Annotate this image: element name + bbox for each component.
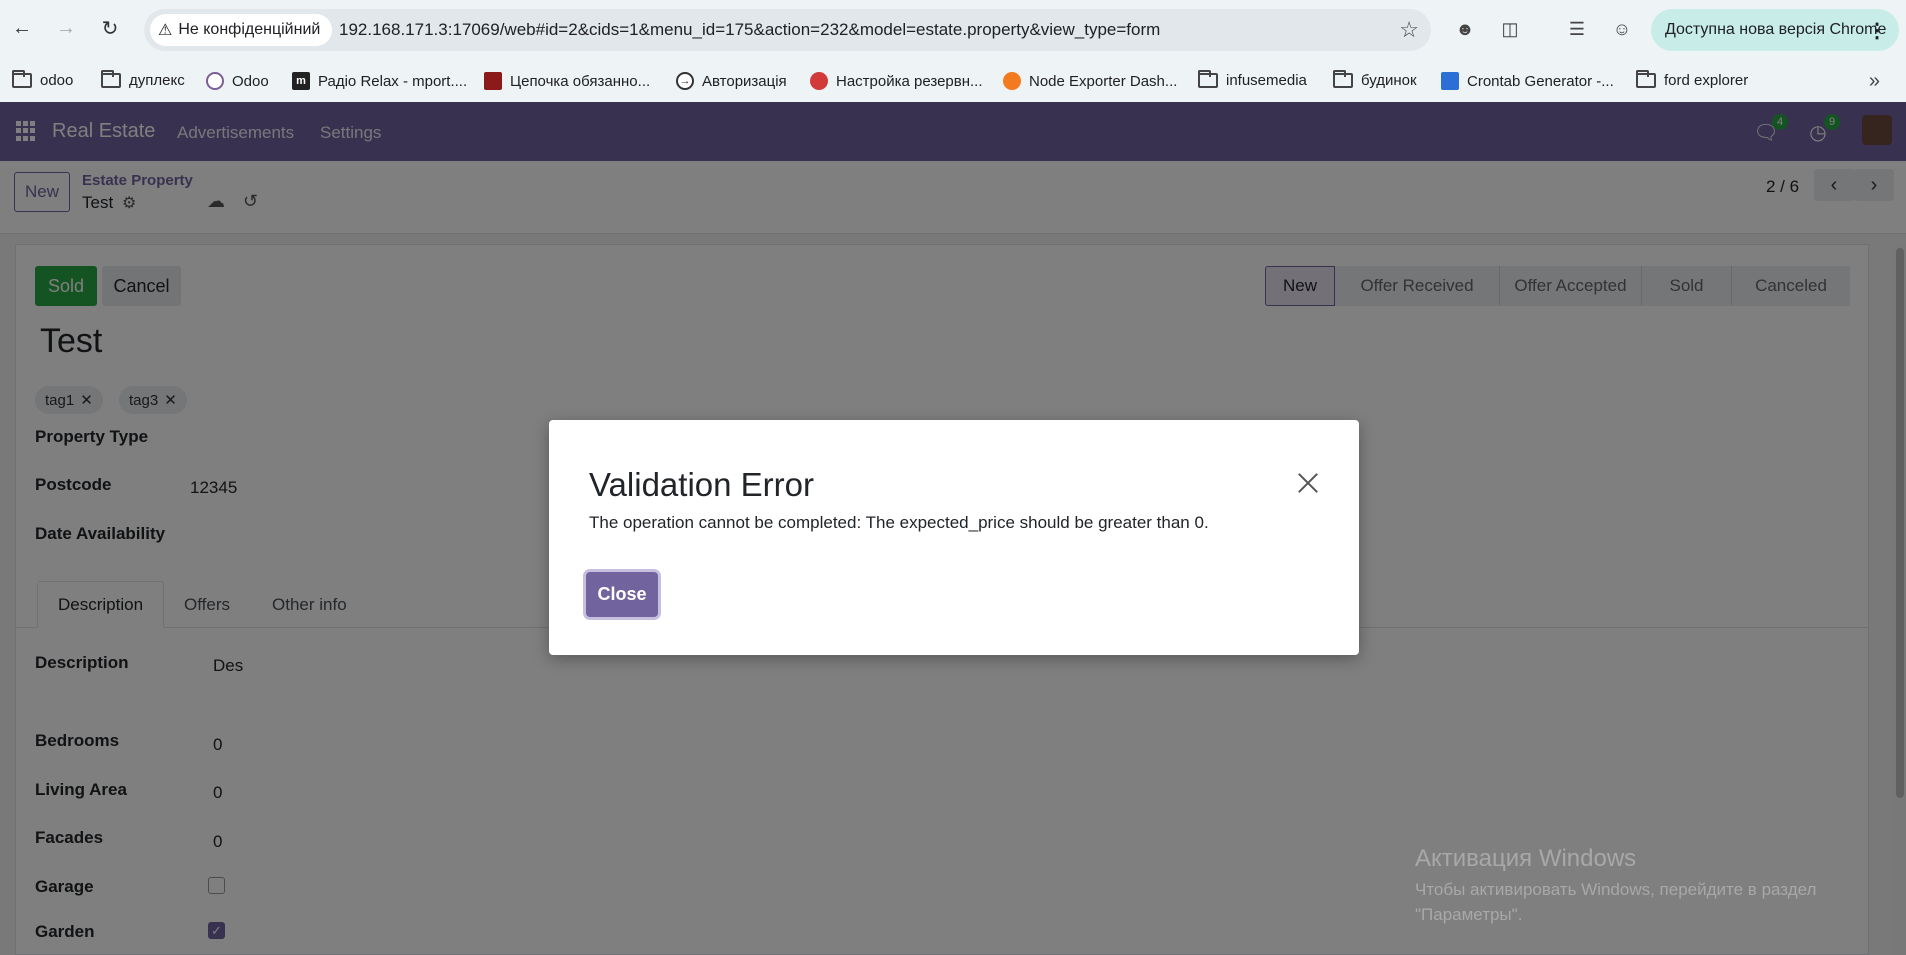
validation-error-dialog: Validation Error The operation cannot be… — [549, 420, 1359, 655]
bookmark-item[interactable]: Node Exporter Dash... — [1003, 72, 1177, 90]
folder-icon — [101, 70, 121, 88]
extension-avatar-icon[interactable]: ☻ — [1452, 16, 1478, 42]
dialog-title: Validation Error — [589, 466, 814, 503]
extensions-icon[interactable]: ◫ — [1497, 16, 1523, 42]
bookmark-item[interactable]: → Авторизація — [676, 72, 787, 90]
reload-icon[interactable]: ↻ — [96, 14, 124, 42]
bookmark-item[interactable]: Odoo — [206, 72, 269, 90]
bookmark-star-icon[interactable]: ☆ — [1399, 17, 1419, 43]
security-chip[interactable]: ⚠ Не конфіденційний — [150, 14, 333, 46]
profile-icon[interactable]: ☺ — [1609, 16, 1635, 42]
m-icon: m — [292, 72, 310, 90]
login-icon: → — [676, 72, 694, 90]
folder-icon — [1198, 70, 1218, 88]
bookmark-item[interactable]: ford explorer — [1636, 70, 1748, 89]
site-icon — [1441, 72, 1459, 90]
bookmark-item[interactable]: дуплекс — [101, 70, 185, 89]
bookmarks-bar: odoo дуплекс Odoo m Радіо Relax - mport..… — [0, 62, 1906, 102]
activation-text: Чтобы активировать Windows, перейдите в … — [1415, 880, 1817, 924]
browser-toolbar: ← → ↻ ⚠ Не конфіденційний 192.168.171.3:… — [0, 0, 1906, 62]
back-icon[interactable]: ← — [8, 14, 36, 42]
dialog-message: The operation cannot be completed: The e… — [589, 513, 1209, 532]
menu-dots-icon[interactable]: ⋮ — [1867, 18, 1887, 43]
bookmark-item[interactable]: Crontab Generator -... — [1441, 72, 1614, 90]
bookmark-item[interactable]: m Радіо Relax - mport.... — [292, 72, 467, 90]
warning-icon: ⚠ — [158, 22, 173, 39]
security-label: Не конфіденційний — [178, 21, 321, 38]
activation-title: Активация Windows — [1415, 845, 1637, 872]
close-button[interactable]: Close — [586, 572, 658, 617]
windows-activation-watermark: Активация Windows Чтобы активировать Win… — [1415, 845, 1845, 927]
bookmark-item[interactable]: Настройка резервн... — [810, 72, 983, 90]
grafana-icon — [1003, 72, 1021, 90]
address-bar[interactable]: ⚠ Не конфіденційний 192.168.171.3:17069/… — [144, 9, 1431, 51]
url-text[interactable]: 192.168.171.3:17069/web#id=2&cids=1&menu… — [339, 20, 1160, 40]
forward-icon[interactable]: → — [52, 14, 80, 42]
bookmark-item[interactable]: infusemedia — [1198, 70, 1307, 89]
bookmark-item[interactable]: будинок — [1333, 70, 1417, 89]
more-bookmarks-icon[interactable]: » — [1869, 70, 1880, 93]
folder-icon — [1636, 70, 1656, 88]
site-icon — [810, 72, 828, 90]
bookmark-item[interactable]: odoo — [12, 70, 73, 89]
update-label: Доступна нова версія Chrome — [1665, 21, 1887, 38]
media-queue-icon[interactable]: ☰ — [1564, 16, 1590, 42]
odoo-icon — [206, 72, 224, 90]
close-icon[interactable] — [1295, 470, 1321, 496]
folder-icon — [12, 70, 32, 88]
site-icon — [484, 72, 502, 90]
folder-icon — [1333, 70, 1353, 88]
bookmark-item[interactable]: Цепочка обязанно... — [484, 72, 650, 90]
chrome-update-chip[interactable]: Доступна нова версія Chrome ⋮ — [1651, 9, 1899, 51]
